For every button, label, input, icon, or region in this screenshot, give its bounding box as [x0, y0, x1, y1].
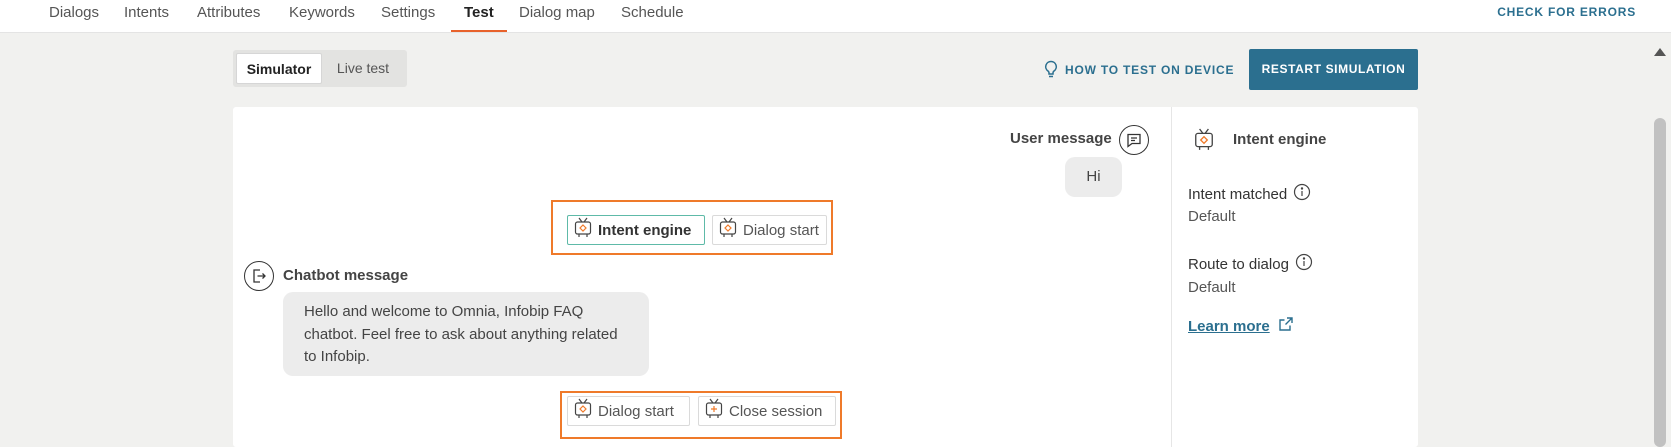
- close-session-chip[interactable]: Close session: [698, 396, 836, 426]
- info-icon[interactable]: [1293, 183, 1311, 205]
- intent-matched-label: Intent matched: [1188, 183, 1311, 205]
- robot-icon: [718, 217, 738, 243]
- chat-bubble-icon: [1119, 125, 1149, 155]
- user-message-label: User message: [1010, 130, 1112, 147]
- simulator-mode-button[interactable]: Simulator: [236, 53, 322, 84]
- chatbot-message-label: Chatbot message: [283, 267, 409, 284]
- chatbot-message-bubble: Hello and welcome to Omnia, Infobip FAQ …: [283, 292, 649, 376]
- mode-toggle: Simulator Live test: [233, 50, 407, 87]
- sidebar-title: Intent engine: [1233, 131, 1327, 148]
- info-icon[interactable]: [1295, 253, 1313, 275]
- top-nav-bar: Dialogs Intents Attributes Keywords Sett…: [0, 0, 1671, 33]
- scrollbar-thumb[interactable]: [1654, 118, 1666, 447]
- route-to-dialog-label: Route to dialog: [1188, 253, 1313, 275]
- how-to-test-link[interactable]: HOW TO TEST ON DEVICE: [1044, 60, 1235, 81]
- intent-engine-chip[interactable]: Intent engine: [567, 215, 705, 245]
- intent-engine-chip-label: Intent engine: [598, 221, 692, 239]
- tab-attributes[interactable]: Attributes: [197, 4, 260, 32]
- scroll-up-arrow-icon[interactable]: [1651, 45, 1669, 59]
- robot-icon: [573, 217, 593, 243]
- external-link-icon: [1278, 316, 1294, 336]
- route-to-dialog-value: Default: [1188, 279, 1236, 296]
- restart-simulation-button[interactable]: RESTART SIMULATION: [1249, 49, 1418, 90]
- tab-dialogs[interactable]: Dialogs: [49, 4, 99, 32]
- intent-matched-value: Default: [1188, 208, 1236, 225]
- panel-divider: [1171, 107, 1172, 447]
- check-for-errors-link[interactable]: CHECK FOR ERRORS: [1497, 5, 1636, 19]
- user-message-bubble: Hi: [1065, 157, 1122, 197]
- robot-icon: [1193, 127, 1215, 158]
- tab-schedule[interactable]: Schedule: [621, 4, 684, 32]
- lightbulb-icon: [1044, 60, 1058, 81]
- how-to-test-label: HOW TO TEST ON DEVICE: [1065, 63, 1235, 77]
- tab-keywords[interactable]: Keywords: [289, 4, 355, 32]
- dialog-start-chip-bottom-label: Dialog start: [598, 402, 674, 420]
- tab-test[interactable]: Test: [451, 4, 507, 32]
- learn-more-label: Learn more: [1188, 317, 1270, 335]
- route-to-dialog-text: Route to dialog: [1188, 255, 1289, 273]
- live-test-mode-button[interactable]: Live test: [322, 53, 404, 84]
- tab-intents[interactable]: Intents: [124, 4, 169, 32]
- learn-more-link[interactable]: Learn more: [1188, 316, 1294, 336]
- close-session-chip-label: Close session: [729, 402, 823, 420]
- intent-matched-text: Intent matched: [1188, 185, 1288, 203]
- tab-dialog-map[interactable]: Dialog map: [519, 4, 595, 32]
- robot-icon: [573, 398, 593, 424]
- dialog-start-chip-label: Dialog start: [743, 221, 819, 239]
- tab-settings[interactable]: Settings: [381, 4, 435, 32]
- dialog-start-chip[interactable]: Dialog start: [712, 215, 827, 245]
- dialog-start-chip-bottom[interactable]: Dialog start: [567, 396, 690, 426]
- robot-icon: [704, 398, 724, 424]
- exit-icon: [244, 261, 274, 291]
